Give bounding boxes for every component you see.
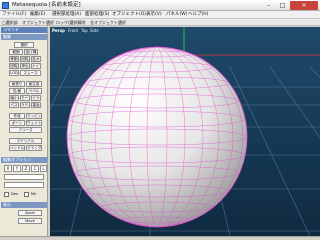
- toolbar-lock[interactable]: ロック/選択解除: [56, 20, 85, 25]
- viewport-canvas[interactable]: [50, 27, 320, 236]
- shrink-button[interactable]: 縮小: [9, 95, 19, 101]
- morph-button[interactable]: モーフ: [20, 95, 30, 101]
- sphere-surface[interactable]: [67, 47, 247, 227]
- smooth-button[interactable]: スムース: [20, 70, 41, 76]
- rotate2-button[interactable]: 回転: [9, 63, 19, 69]
- window-title: Metasequoia [名前未設定]: [12, 2, 81, 8]
- panel-header: コマンド: [1, 27, 47, 33]
- menu-help[interactable]: ヘルプ(H): [188, 12, 208, 18]
- range-button[interactable]: 範囲: [9, 49, 23, 55]
- create-button[interactable]: 作成: [9, 113, 25, 119]
- dev-checkbox[interactable]: [4, 192, 9, 197]
- flip-button[interactable]: 裏返: [31, 102, 41, 108]
- face-fill-button[interactable]: 面張り: [9, 81, 25, 87]
- move-button[interactable]: 移動: [9, 56, 19, 62]
- value-field-2[interactable]: [4, 182, 44, 188]
- edit-section-header: 編集: [1, 34, 47, 40]
- menu-view[interactable]: 表示(V): [146, 12, 162, 18]
- command-panel: コマンド 編集 選択 範囲 投げ縄 移動 回転 拡大 回転 押出 ナイフ LOD…: [0, 26, 48, 236]
- extrude-button[interactable]: 押出: [20, 63, 30, 69]
- knife-button[interactable]: ナイフ: [31, 63, 41, 69]
- bevel-button[interactable]: ベベル: [26, 88, 42, 94]
- mirror-label: Mir: [31, 192, 37, 196]
- maximize-button[interactable]: □: [276, 1, 289, 10]
- options-section-header: 編集オプション: [1, 157, 47, 163]
- dev-label: Dev: [11, 192, 19, 196]
- weight-button[interactable]: ウェイト: [26, 120, 42, 126]
- face-create-button[interactable]: 面生成: [26, 81, 42, 87]
- perspective-viewport[interactable]: Persp Front Top Side: [50, 27, 320, 236]
- toolbar-all-objects[interactable]: 全オブジェクト選択: [90, 20, 126, 25]
- handle-button[interactable]: ハンドル: [9, 145, 25, 151]
- toolbar: □選択部 オブジェクト選択 ロック/選択解除 全オブジェクト選択: [0, 19, 320, 26]
- edge-face-button[interactable]: 辺/面: [9, 88, 25, 94]
- tab-front[interactable]: Front: [68, 28, 78, 34]
- mirror-checkbox[interactable]: [24, 192, 29, 197]
- menu-edit[interactable]: 編集(E): [30, 12, 45, 18]
- lod-button[interactable]: LOD: [9, 70, 19, 76]
- zoom-button[interactable]: Zoom: [18, 210, 42, 216]
- toolbar-object-select[interactable]: オブジェクト選択: [22, 20, 54, 25]
- scale-button[interactable]: 拡大: [31, 56, 41, 62]
- toolbar-selection[interactable]: □選択部: [2, 20, 18, 25]
- menu-selection[interactable]: 選択部処理(A): [52, 12, 81, 18]
- minimize-button[interactable]: –: [262, 1, 275, 10]
- lasso-button[interactable]: 投げ縄: [24, 49, 38, 55]
- status-bar: [0, 236, 320, 240]
- close-button[interactable]: ×: [290, 1, 318, 10]
- tab-persp[interactable]: Persp: [52, 28, 65, 34]
- path-button[interactable]: パス: [9, 102, 19, 108]
- menu-file[interactable]: ファイル(F): [2, 12, 26, 18]
- material-button[interactable]: マテリアル: [9, 138, 42, 144]
- menu-panel[interactable]: パネル(W): [166, 12, 187, 18]
- value-field[interactable]: [4, 174, 44, 180]
- move-view-button[interactable]: Move: [18, 218, 42, 224]
- app-icon: [2, 2, 9, 9]
- axis-z-toggle[interactable]: Z: [22, 165, 30, 172]
- title-bar: Metasequoia [名前未設定] – □ ×: [0, 0, 320, 11]
- coord-toggle[interactable]: C: [31, 165, 39, 172]
- menu-bar: ファイル(F) 編集(E) 選択部処理(A) 面部処理(S) オブジェクト(O)…: [0, 11, 320, 19]
- local-toggle[interactable]: L: [40, 165, 47, 172]
- mapping-button[interactable]: マッピング: [26, 113, 42, 119]
- freeze-button[interactable]: フリーズ: [9, 127, 42, 133]
- rotate-button[interactable]: 回転: [20, 56, 30, 62]
- drag-button[interactable]: ドラッグ: [26, 145, 42, 151]
- menu-face[interactable]: 面部処理(S): [85, 12, 109, 18]
- lattice-button[interactable]: ラティス: [20, 102, 30, 108]
- menu-object[interactable]: オブジェクト(O): [112, 12, 146, 18]
- select-button[interactable]: 選択: [14, 42, 34, 48]
- tab-top[interactable]: Top: [81, 28, 88, 34]
- axis-y-toggle[interactable]: Y: [13, 165, 21, 172]
- mirror-button[interactable]: ミラー: [31, 95, 41, 101]
- tab-side[interactable]: Side: [90, 28, 99, 34]
- bone-button[interactable]: ボーン: [9, 120, 25, 126]
- axis-x-toggle[interactable]: X: [4, 165, 12, 172]
- view-section-header: 表示: [1, 202, 47, 208]
